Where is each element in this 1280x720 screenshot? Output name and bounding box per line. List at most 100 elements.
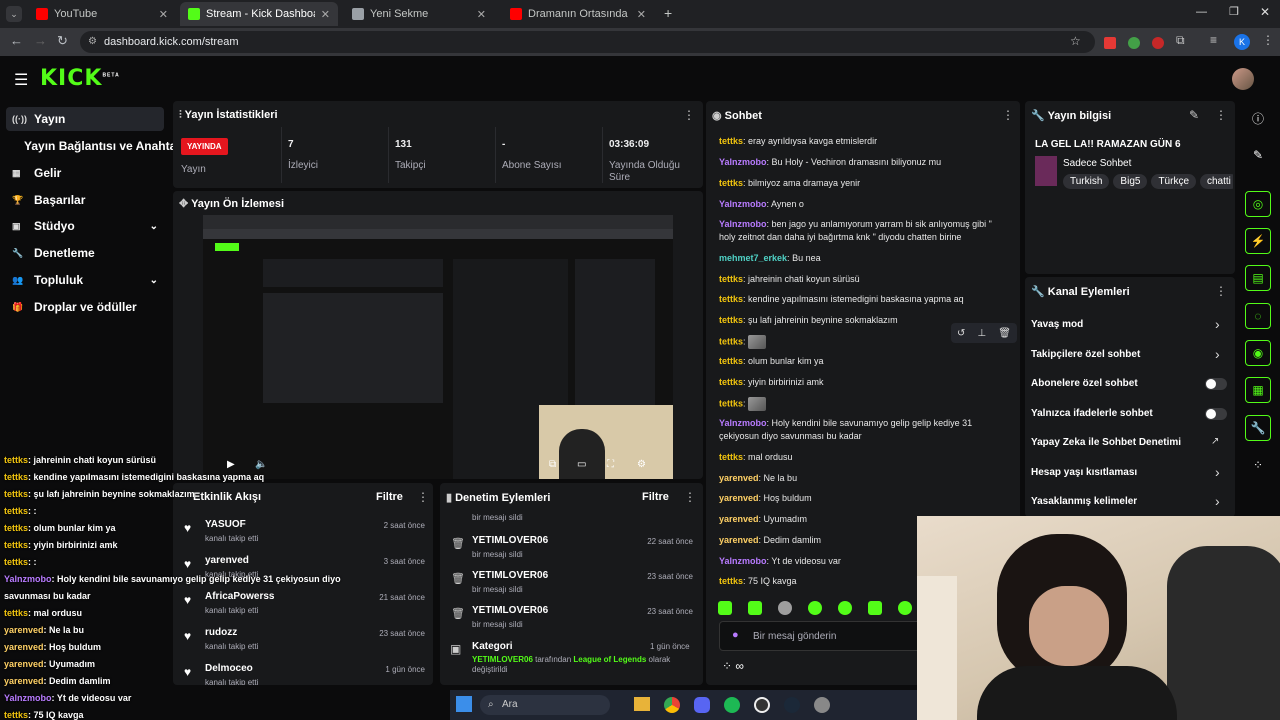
sidebar-item[interactable]: ▣ Stüdyo ⌄: [6, 214, 164, 238]
chat-username[interactable]: tettks: [719, 315, 743, 325]
info-icon[interactable]: ⓘ: [1245, 105, 1271, 131]
chat-message[interactable]: Yalnzmobo: ben jago yu anlamıyorum yarra…: [719, 218, 1004, 244]
chat-message[interactable]: yarenved: Ne la bu: [719, 472, 1004, 485]
fullscreen-icon[interactable]: ⛶: [607, 459, 614, 470]
chat-message[interactable]: tettks: kendine yapılmasını istemedigini…: [719, 293, 1004, 306]
chat-message[interactable]: Yalnzmobo: Bu Holy - Vechiron dramasını …: [719, 156, 1004, 169]
chat-bubble-rail-icon[interactable]: ◌: [1245, 303, 1271, 329]
volume-icon[interactable]: 🔈: [255, 459, 267, 470]
channel-action-label[interactable]: Yalnızca ifadelerle sohbet: [1031, 408, 1153, 419]
sidebar-item[interactable]: Yayın Bağlantısı ve Anahtarı: [6, 134, 184, 158]
tab-close-icon[interactable]: ✕: [637, 8, 646, 21]
activity-filter-button[interactable]: Filtre: [376, 491, 403, 503]
edit-pencil-icon[interactable]: ✎: [1189, 108, 1199, 122]
activity-user[interactable]: Delmoceo: [205, 663, 253, 674]
chat-menu-icon[interactable]: ⋮: [1002, 108, 1014, 122]
channel-action-label[interactable]: Yasaklanmış kelimeler: [1031, 496, 1137, 507]
bookmark-star-icon[interactable]: ☆: [1070, 34, 1081, 48]
chat-username[interactable]: Yalnzmobo: [719, 418, 767, 428]
chat-username[interactable]: tettks: [719, 398, 743, 408]
chat-username[interactable]: Yalnzmobo: [719, 556, 767, 566]
maximize-button[interactable]: ❐: [1229, 5, 1239, 18]
windows-start-icon[interactable]: [456, 696, 472, 712]
emote-icon[interactable]: [718, 601, 732, 615]
chat-message[interactable]: tettks: yiyin birbirinizi amk: [719, 376, 1004, 389]
sidebar-item[interactable]: 🎁 Droplar ve ödüller: [6, 295, 164, 319]
back-icon[interactable]: ←: [10, 33, 23, 48]
chat-username[interactable]: mehmet7_erkek: [719, 253, 787, 263]
chat-username[interactable]: yarenved: [719, 535, 759, 545]
external-link-icon[interactable]: ↗: [1211, 436, 1219, 447]
sidebar-item[interactable]: ▦ Gelir: [6, 161, 164, 185]
chat-username[interactable]: tettks: [719, 452, 743, 462]
moderation-menu-icon[interactable]: ⋮: [684, 490, 696, 504]
chat-username[interactable]: Yalnzmobo: [719, 157, 767, 167]
chat-username[interactable]: tettks: [719, 294, 743, 304]
sidebar-item[interactable]: 🏆 Başarılar: [6, 188, 164, 212]
kick-logo[interactable]: KICKBETA: [40, 66, 120, 91]
channel-action-label[interactable]: Yavaş mod: [1031, 319, 1083, 330]
clip-icon[interactable]: ◎: [1245, 191, 1271, 217]
chat-username[interactable]: tettks: [719, 336, 743, 346]
chat-message[interactable]: Yalnzmobo: Holy kendini bile savunamıyo …: [719, 417, 1004, 443]
chat-message[interactable]: tettks: bilmiyoz ama dramaya yenir: [719, 177, 1004, 190]
chat-message[interactable]: mehmet7_erkek: Bu nea: [719, 252, 1004, 265]
emote-icon[interactable]: [898, 601, 912, 615]
emote-icon[interactable]: [868, 601, 882, 615]
settings-gear-icon[interactable]: ⚙: [637, 459, 646, 470]
sidebar-item[interactable]: 👥 Topluluk ⌄: [6, 268, 164, 292]
tag-pill[interactable]: Türkçe: [1151, 174, 1196, 189]
chat-username[interactable]: tettks: [719, 356, 743, 366]
steam-icon[interactable]: [784, 697, 800, 713]
sidebar-item[interactable]: 🔧 Denetleme: [6, 241, 164, 265]
emote-icon[interactable]: [748, 601, 762, 615]
channel-action-label[interactable]: Takipçilere özel sohbet: [1031, 349, 1140, 360]
chat-input[interactable]: ● Bir mesaj gönderin: [719, 621, 929, 651]
mic-icon[interactable]: ●: [732, 629, 739, 641]
broadcast-icon[interactable]: ◉: [1245, 340, 1271, 366]
channel-action-label[interactable]: Hesap yaşı kısıtlaması: [1031, 467, 1137, 478]
chat-username[interactable]: yarenved: [719, 473, 759, 483]
extension-record-icon[interactable]: [1152, 37, 1164, 49]
theater-icon[interactable]: ▭: [577, 459, 586, 470]
chat-message[interactable]: tettks: mal ordusu: [719, 451, 1004, 464]
apps-icon[interactable]: ⁘: [1245, 452, 1271, 478]
stream-preview-video[interactable]: ▶ 🔈 ⧉ ▭ ⛶ ⚙: [203, 215, 673, 479]
chat-username[interactable]: tettks: [719, 136, 743, 146]
activity-user[interactable]: yarenved: [205, 555, 249, 566]
tab-close-icon[interactable]: ✕: [321, 8, 330, 21]
browser-tab[interactable]: Yeni Sekme ✕: [344, 2, 494, 26]
chat-username[interactable]: tettks: [719, 274, 743, 284]
category-event-game[interactable]: League of Legends: [573, 655, 646, 664]
discord-icon[interactable]: [694, 697, 710, 713]
moderation-user[interactable]: YETIMLOVER06: [472, 535, 548, 546]
chat-username[interactable]: tettks: [719, 576, 743, 586]
tab-search-icon[interactable]: ⌄: [6, 6, 22, 22]
new-tab-button[interactable]: +: [664, 5, 672, 21]
site-info-icon[interactable]: ⚙: [88, 31, 97, 53]
extensions-puzzle-icon[interactable]: ⧉: [1176, 33, 1185, 48]
layout-icon[interactable]: ▦: [1245, 377, 1271, 403]
chat-username[interactable]: yarenved: [719, 493, 759, 503]
minimize-button[interactable]: —: [1196, 6, 1207, 18]
chat-message[interactable]: Yalnzmobo: Aynen o: [719, 198, 1004, 211]
forward-icon[interactable]: →: [34, 33, 47, 48]
activity-menu-icon[interactable]: ⋮: [417, 490, 429, 504]
chat-message[interactable]: tettks:: [719, 335, 1004, 349]
hamburger-menu-icon[interactable]: ☰: [14, 70, 28, 90]
channel-action-label[interactable]: Abonelere özel sohbet: [1031, 378, 1138, 389]
close-window-button[interactable]: ✕: [1260, 5, 1270, 19]
obs-icon[interactable]: [754, 697, 770, 713]
tag-pill[interactable]: chatti: [1200, 174, 1233, 189]
taskbar-search[interactable]: ⌕ Ara: [480, 695, 610, 715]
reload-icon[interactable]: ↻: [57, 33, 68, 49]
user-avatar[interactable]: [1232, 68, 1254, 90]
settings-app-icon[interactable]: [814, 697, 830, 713]
spotify-icon[interactable]: [724, 697, 740, 713]
browser-menu-icon[interactable]: ⋮: [1262, 33, 1274, 47]
chat-username[interactable]: tettks: [719, 178, 743, 188]
tag-pill[interactable]: Turkish: [1063, 174, 1110, 189]
edit-icon[interactable]: ✎: [1245, 142, 1271, 168]
toggle-switch[interactable]: [1205, 407, 1227, 420]
chat-message[interactable]: tettks:: [719, 397, 1004, 411]
